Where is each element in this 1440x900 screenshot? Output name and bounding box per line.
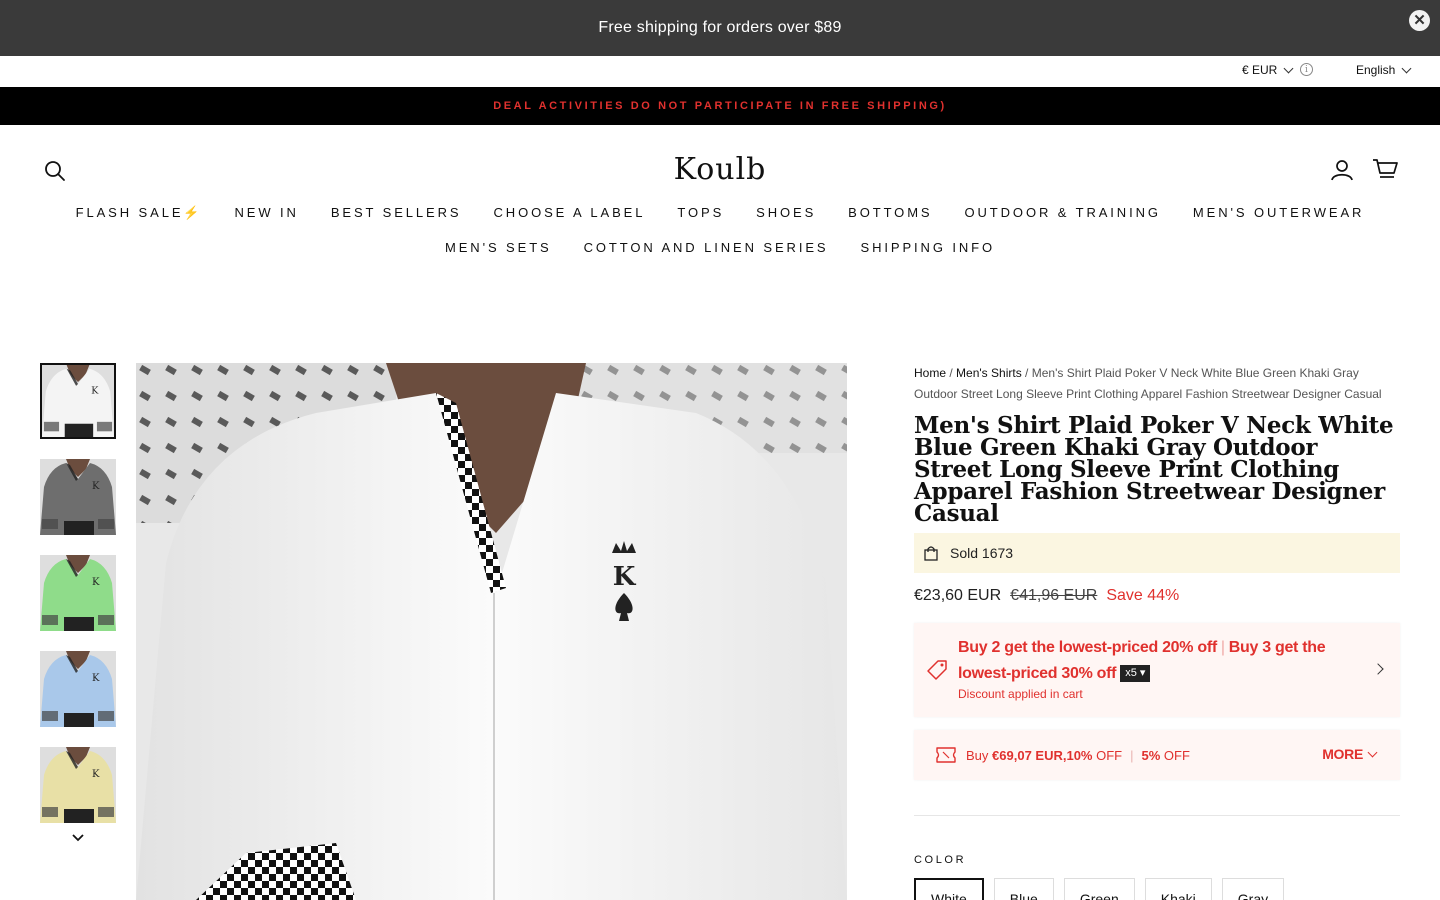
product-thumbnail[interactable]: K — [40, 555, 116, 631]
nav-item-tops[interactable]: TOPS — [661, 205, 740, 221]
product-title: Men's Shirt Plaid Poker V Neck White Blu… — [914, 412, 1394, 527]
currency-label: € EUR — [1242, 63, 1278, 77]
bundle-promotion-card[interactable]: Buy 2 get the lowest-priced 20% off | Buy … — [914, 623, 1400, 717]
thumbnail-list: K K K K K — [40, 363, 116, 843]
main-nav-row-2: MEN'S SETS COTTON AND LINEN SERIES SHIPP… — [0, 240, 1440, 255]
svg-text:K: K — [92, 481, 100, 492]
language-label: English — [1356, 63, 1396, 77]
chevron-right-icon — [1372, 663, 1384, 675]
color-options: White Blue Green Khaki Gray — [914, 878, 1400, 900]
nav-item-cotton-linen[interactable]: COTTON AND LINEN SERIES — [568, 240, 845, 255]
coupon-icon — [936, 747, 956, 763]
info-icon[interactable]: i — [1300, 63, 1313, 76]
volume-off-1: OFF — [1096, 747, 1123, 763]
account-icon[interactable] — [1330, 158, 1354, 182]
svg-text:K: K — [92, 673, 100, 684]
color-label: COLOR — [914, 854, 967, 866]
nav-item-new-in[interactable]: NEW IN — [218, 205, 314, 221]
volume-discount-card: Buy €69,07 EUR,10% OFF | 5% OFF MORE — [914, 730, 1400, 780]
currency-selector[interactable]: € EUR — [1242, 63, 1294, 77]
breadcrumb: Home / Men's Shirts / Men's Shirt Plaid … — [914, 363, 1400, 405]
product-thumbnail[interactable]: K — [40, 459, 116, 535]
promo-text: DEAL ACTIVITIES DO NOT PARTICIPATE IN FR… — [493, 100, 947, 112]
price-row: €23,60 EUR €41,96 EUR Save 44% — [914, 587, 1400, 605]
promo-bar: DEAL ACTIVITIES DO NOT PARTICIPATE IN FR… — [0, 87, 1440, 125]
product-thumbnail[interactable]: K — [40, 363, 116, 439]
nav-item-outdoor-training[interactable]: OUTDOOR & TRAINING — [949, 205, 1177, 221]
nav-item-mens-sets[interactable]: MEN'S SETS — [429, 240, 568, 255]
breadcrumb-separator: / — [1025, 366, 1029, 380]
svg-text:K: K — [91, 385, 99, 396]
chevron-down-icon — [1401, 63, 1412, 73]
svg-text:K: K — [92, 769, 100, 780]
chevron-down-icon[interactable] — [72, 832, 84, 844]
promotion-offer-1: Buy 2 get the lowest-priced 20% off — [958, 639, 1217, 656]
nav-item-choose-a-label[interactable]: CHOOSE A LABEL — [478, 205, 662, 221]
thumbnail-image: K — [40, 651, 116, 727]
shopping-bag-icon — [924, 545, 938, 561]
thumbnail-image: K — [40, 459, 116, 535]
volume-amount: €69,07 EUR,10% — [992, 747, 1093, 763]
main-nav-row-1: FLASH SALE⚡ NEW IN BEST SELLERS CHOOSE A… — [0, 205, 1440, 221]
sale-price: €23,60 EUR — [914, 587, 1002, 604]
breadcrumb-category[interactable]: Men's Shirts — [956, 366, 1022, 380]
color-option-green[interactable]: Green — [1063, 878, 1135, 900]
product-main-image[interactable]: K — [136, 363, 847, 900]
utility-bar: € EUR i English — [0, 56, 1440, 87]
thumbnail-image: K — [42, 365, 114, 437]
nav-item-flash-sale[interactable]: FLASH SALE⚡ — [60, 205, 219, 221]
sold-count: Sold 1673 — [950, 545, 1014, 561]
compare-price: €41,96 EUR — [1010, 587, 1098, 604]
color-option-gray[interactable]: Gray — [1221, 878, 1285, 900]
thumbnail-image: K — [40, 747, 116, 823]
volume-separator: | — [1130, 747, 1134, 763]
price-tag-icon — [927, 660, 947, 680]
close-icon[interactable]: ✕ — [1409, 10, 1430, 31]
language-selector[interactable]: English — [1356, 63, 1412, 77]
nav-item-shipping-info[interactable]: SHIPPING INFO — [845, 240, 1012, 255]
nav-item-shoes[interactable]: SHOES — [740, 205, 832, 221]
sold-count-box: Sold 1673 — [914, 533, 1400, 573]
product-photo: K — [136, 363, 847, 900]
more-label: MORE — [1322, 746, 1363, 762]
color-option-blue[interactable]: Blue — [993, 878, 1054, 900]
breadcrumb-home[interactable]: Home — [914, 366, 946, 380]
announcement-text: Free shipping for orders over $89 — [598, 19, 842, 36]
volume-off-2: OFF — [1163, 747, 1190, 763]
cart-icon[interactable] — [1372, 156, 1398, 182]
promotion-qty-badge[interactable]: x5 ▾ — [1120, 665, 1151, 682]
chevron-down-icon — [1367, 747, 1378, 757]
product-thumbnail[interactable]: K — [40, 747, 116, 823]
product-thumbnail[interactable]: K — [40, 651, 116, 727]
color-option-white[interactable]: White — [914, 878, 984, 900]
chevron-down-icon — [1283, 63, 1294, 73]
nav-item-mens-outerwear[interactable]: MEN'S OUTERWEAR — [1177, 205, 1380, 221]
nav-item-best-sellers[interactable]: BEST SELLERS — [315, 205, 478, 221]
volume-percent-2: 5% — [1141, 747, 1161, 763]
promotion-separator: | — [1220, 639, 1225, 656]
color-option-khaki[interactable]: Khaki — [1144, 878, 1212, 900]
site-logo[interactable]: Koulb — [0, 152, 1440, 187]
breadcrumb-separator: / — [949, 366, 953, 380]
thumbnail-image: K — [40, 555, 116, 631]
promotion-text: Buy 2 get the lowest-priced 20% off | Buy … — [958, 635, 1348, 687]
promotion-qty: x5 — [1125, 667, 1137, 679]
divider — [914, 815, 1400, 816]
announcement-bar: Free shipping for orders over $89 ✕ — [0, 0, 1440, 56]
svg-text:K: K — [92, 577, 100, 588]
volume-prefix: Buy — [966, 747, 989, 763]
product-info: Home / Men's Shirts / Men's Shirt Plaid … — [914, 363, 1400, 900]
promotion-note: Discount applied in cart — [958, 687, 1083, 701]
nav-item-bottoms[interactable]: BOTTOMS — [832, 205, 948, 221]
svg-text:K: K — [613, 562, 637, 592]
more-offers-button[interactable]: MORE — [1322, 746, 1378, 762]
save-badge: Save 44% — [1106, 587, 1180, 604]
